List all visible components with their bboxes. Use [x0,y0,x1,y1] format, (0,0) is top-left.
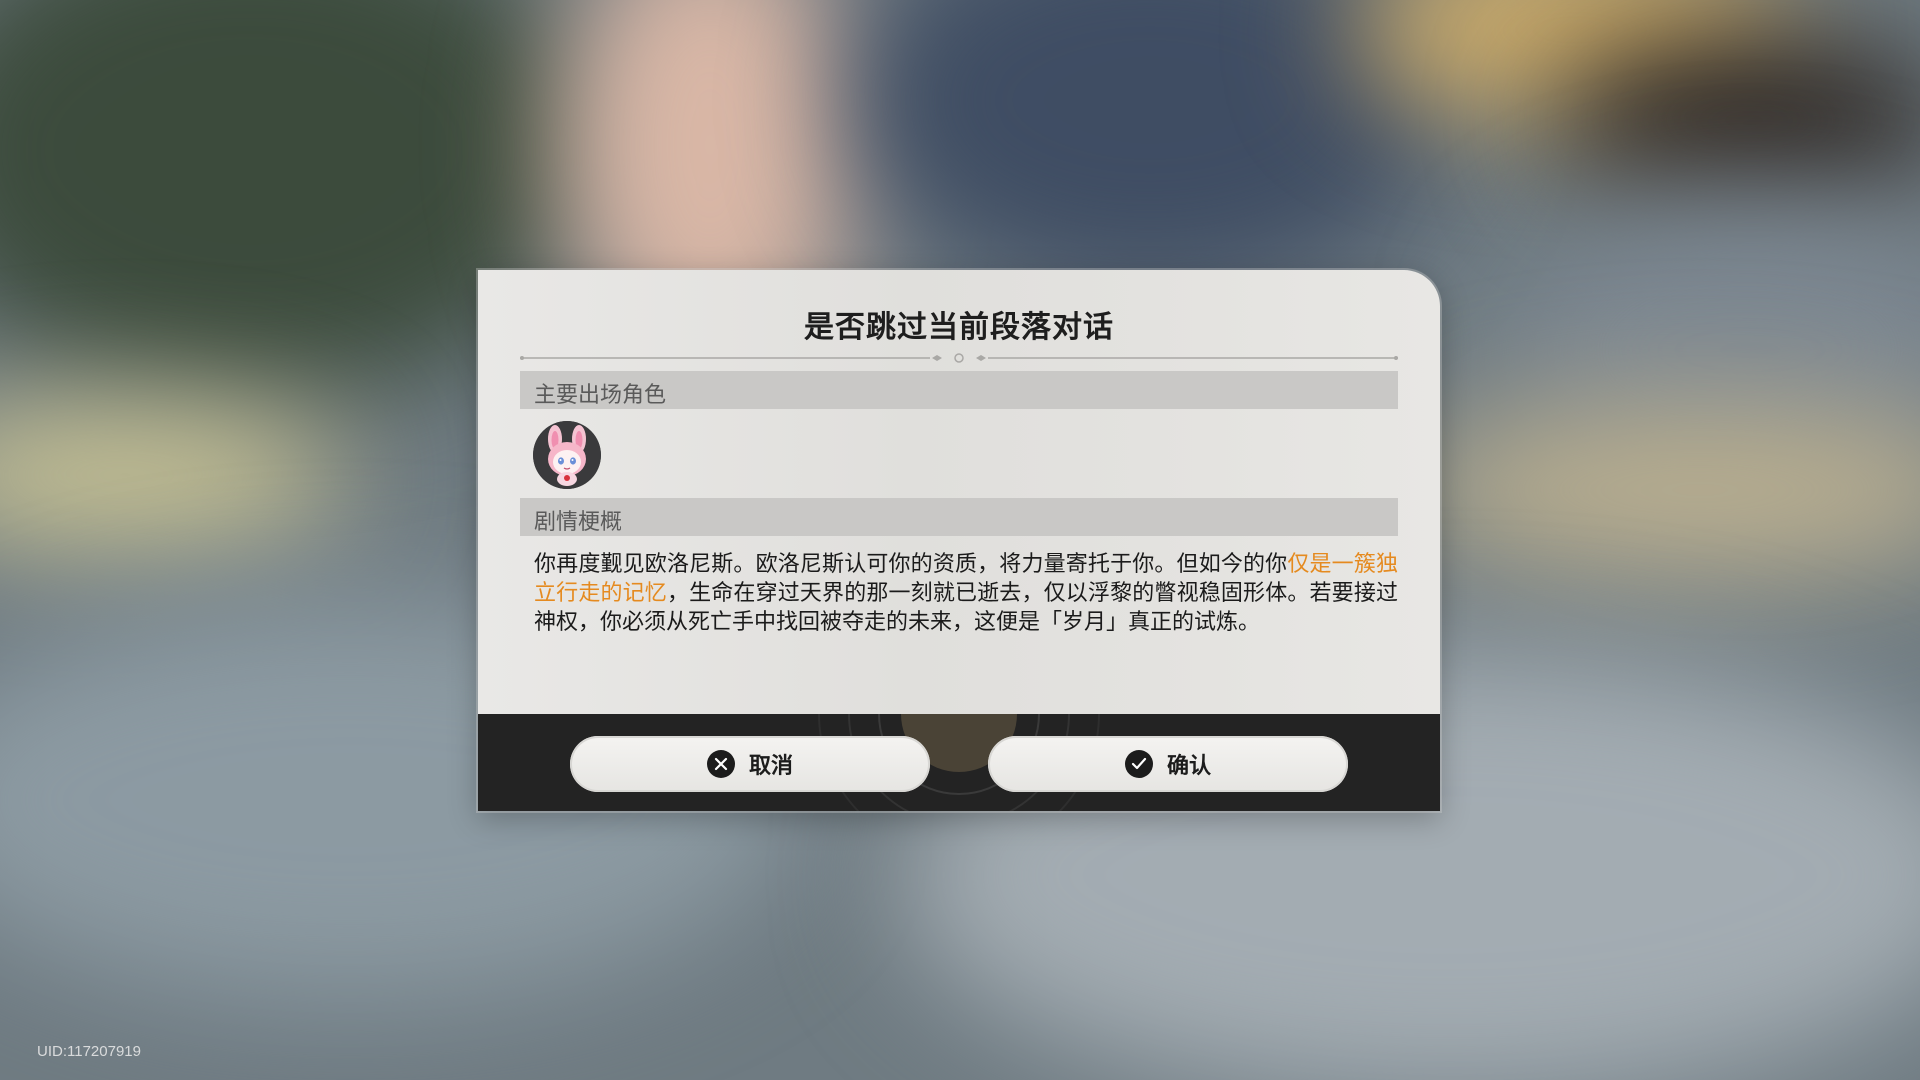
pink-rabbit-character-avatar[interactable] [533,421,601,489]
check-circle-icon [1124,750,1153,778]
synopsis-section-label: 剧情梗概 [534,510,623,535]
confirm-button-label: 确认 [1166,754,1211,779]
dialog-footer: 取消 确认 [478,714,1440,811]
dialog-body: 是否跳过当前段落对话 主要出场角色 剧情梗概 你再度觐见欧洛尼斯。欧洛尼斯认可你… [478,270,1440,714]
characters-section-label: 主要出场角色 [534,383,667,408]
dialog-title: 是否跳过当前段落对话 [804,310,1114,345]
synopsis-text: 你再度觐见欧洛尼斯。欧洛尼斯认可你的资质，将力量寄托于你。但如今的你仅是一簇独立… [534,550,1398,637]
title-divider [520,353,1398,363]
character-portrait-icon [533,421,601,489]
cancel-button-label: 取消 [748,754,793,779]
close-circle-icon [706,750,735,778]
confirm-button[interactable]: 确认 [988,736,1348,792]
player-uid: UID:117207919 [37,1043,141,1060]
synopsis-section-header: 剧情梗概 [520,498,1398,536]
synopsis-text-start: 你再度觐见欧洛尼斯。欧洛尼斯认可你的资质，将力量寄托于你。但如今的你 [534,552,1288,577]
cancel-button[interactable]: 取消 [570,736,930,792]
skip-dialog: 是否跳过当前段落对话 主要出场角色 剧情梗概 你再度觐见欧洛尼斯。欧洛尼斯认可你… [478,270,1440,811]
characters-section-header: 主要出场角色 [520,371,1398,409]
